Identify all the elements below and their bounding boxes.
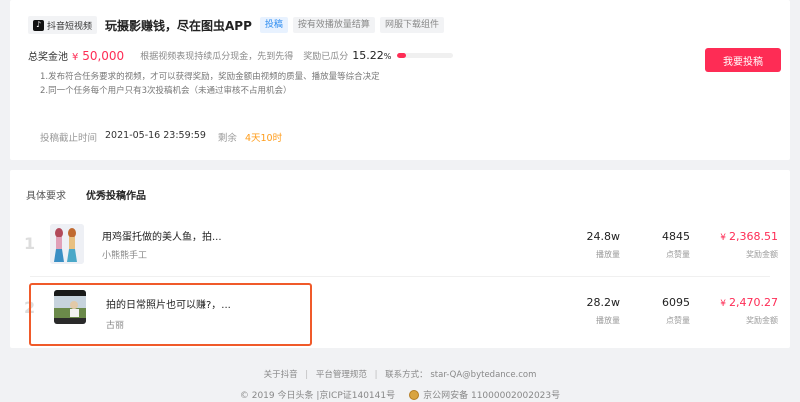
tag-settlement: 按有效播放量结算: [292, 17, 375, 33]
video-title[interactable]: 拍的日常照片也可以赚?，...: [106, 296, 231, 311]
remaining-value: 4天10时: [244, 133, 283, 144]
deadline-row: 投稿截止时间 2021-05-16 23:59:59 剩余 4天10时: [40, 130, 282, 144]
reward-stat: ¥2,368.51 奖励金额: [720, 230, 778, 260]
plays-value: 24.8w: [586, 230, 621, 243]
footer-link-about[interactable]: 关于抖音: [264, 370, 298, 380]
video-thumbnail[interactable]: [54, 290, 86, 324]
video-thumbnail[interactable]: [50, 224, 84, 264]
pool-label: 总奖金池: [28, 52, 68, 63]
likes-value: 6095: [662, 296, 690, 309]
likes-stat: 6095 点赞量: [662, 296, 690, 326]
plays-stat: 28.2w 播放量: [587, 296, 621, 326]
reward-label: 奖励金额: [746, 316, 778, 325]
source-tag-label: 抖音短视频: [47, 21, 93, 32]
footer-separator: |: [374, 370, 378, 380]
tag-submit: 投稿: [259, 17, 288, 33]
video-author: 小熊熊手工: [102, 251, 148, 261]
rank-number: 1: [24, 234, 36, 253]
footer-links: 关于抖音 | 平台管理规范 | 联系方式： star-QA@bytedance.…: [0, 368, 800, 380]
task-title-row: ♪ 抖音短视频 玩摄影赚钱，尽在图虫APP 投稿 按有效播放量结算 网服下载组件: [28, 16, 449, 34]
remaining-label: 剩余: [217, 133, 237, 144]
rank-number: 2: [24, 298, 36, 317]
tab-bar: 具体要求 优秀投稿作品: [26, 187, 166, 208]
plays-stat: 24.8w 播放量: [587, 230, 621, 260]
rule-item: 2.同一个任务每个用户只有3次投稿机会（未通过审核不占用机会）: [40, 86, 292, 96]
footer-contact-label: 联系方式：: [385, 370, 428, 380]
footer-link-rules[interactable]: 平台管理规范: [316, 370, 367, 380]
list-item[interactable]: 2 拍的日常照片也可以赚?，... 古丽 28.2w 播放量 6095 点赞量 …: [10, 282, 790, 334]
footer-copyright: © 2019 今日头条 |京ICP证140141号: [239, 391, 396, 401]
task-title: 玩摄影赚钱，尽在图虫APP: [105, 18, 252, 33]
reward-value: ¥2,368.51: [720, 230, 778, 243]
video-title[interactable]: 用鸡蛋托做的美人鱼，拍...: [102, 228, 222, 243]
footer-copyright-row: © 2019 今日头条 |京ICP证140141号 京公网安备 11000002…: [0, 388, 800, 401]
pool-amount: ¥ 50,000: [72, 48, 125, 63]
ratio-value: 15.22%: [352, 49, 392, 62]
likes-value: 4845: [662, 230, 690, 243]
prize-pool-row: 总奖金池 ¥ 50,000 根据视频表现持续瓜分现金，先到先得 奖励已瓜分 15…: [28, 48, 454, 63]
reward-stat: ¥2,470.27 奖励金额: [720, 296, 778, 326]
plays-label: 播放量: [596, 250, 620, 259]
pool-description: 根据视频表现持续瓜分现金，先到先得: [140, 52, 294, 62]
list-item[interactable]: 1 用鸡蛋托做的美人鱼，拍... 小熊熊手工 24.8w 播放量 4845 点赞…: [10, 218, 790, 270]
reward-value: ¥2,470.27: [720, 296, 778, 309]
submit-button[interactable]: 我要投稿: [705, 48, 781, 72]
police-badge-icon: [409, 389, 420, 400]
source-tag: ♪ 抖音短视频: [28, 16, 98, 34]
likes-label: 点赞量: [666, 316, 690, 325]
tab-featured-works[interactable]: 优秀投稿作品: [86, 187, 146, 208]
likes-stat: 4845 点赞量: [662, 230, 690, 260]
ratio-progress-fill: [397, 53, 406, 58]
task-info-card: ♪ 抖音短视频 玩摄影赚钱，尽在图虫APP 投稿 按有效播放量结算 网服下载组件…: [10, 0, 790, 160]
deadline-label: 投稿截止时间: [40, 133, 98, 144]
footer-police-record[interactable]: 京公网安备 11000002002023号: [423, 388, 560, 401]
ratio-label: 奖励已瓜分: [303, 52, 349, 62]
tab-requirements[interactable]: 具体要求: [26, 187, 66, 208]
footer-separator: |: [305, 370, 309, 380]
footer-contact-email[interactable]: star-QA@bytedance.com: [430, 370, 536, 380]
row-divider: [30, 276, 770, 277]
video-author: 古丽: [106, 321, 125, 331]
deadline-value: 2021-05-16 23:59:59: [105, 130, 206, 141]
plays-value: 28.2w: [586, 296, 621, 309]
likes-label: 点赞量: [666, 250, 690, 259]
rules-list: 1.发布符合任务要求的视频，才可以获得奖励，奖励金额由视频的质量、播放量等综合决…: [40, 70, 380, 98]
works-card: 具体要求 优秀投稿作品 1 用鸡蛋托做的美人鱼，拍... 小熊熊手工 24.8w…: [10, 170, 790, 348]
reward-label: 奖励金额: [746, 250, 778, 259]
tag-download: 网服下载组件: [379, 17, 444, 33]
ratio-progress-bar: [397, 53, 454, 58]
rule-item: 1.发布符合任务要求的视频，才可以获得奖励，奖励金额由视频的质量、播放量等综合决…: [40, 72, 380, 82]
plays-label: 播放量: [596, 316, 620, 325]
tiktok-icon: ♪: [33, 19, 44, 31]
